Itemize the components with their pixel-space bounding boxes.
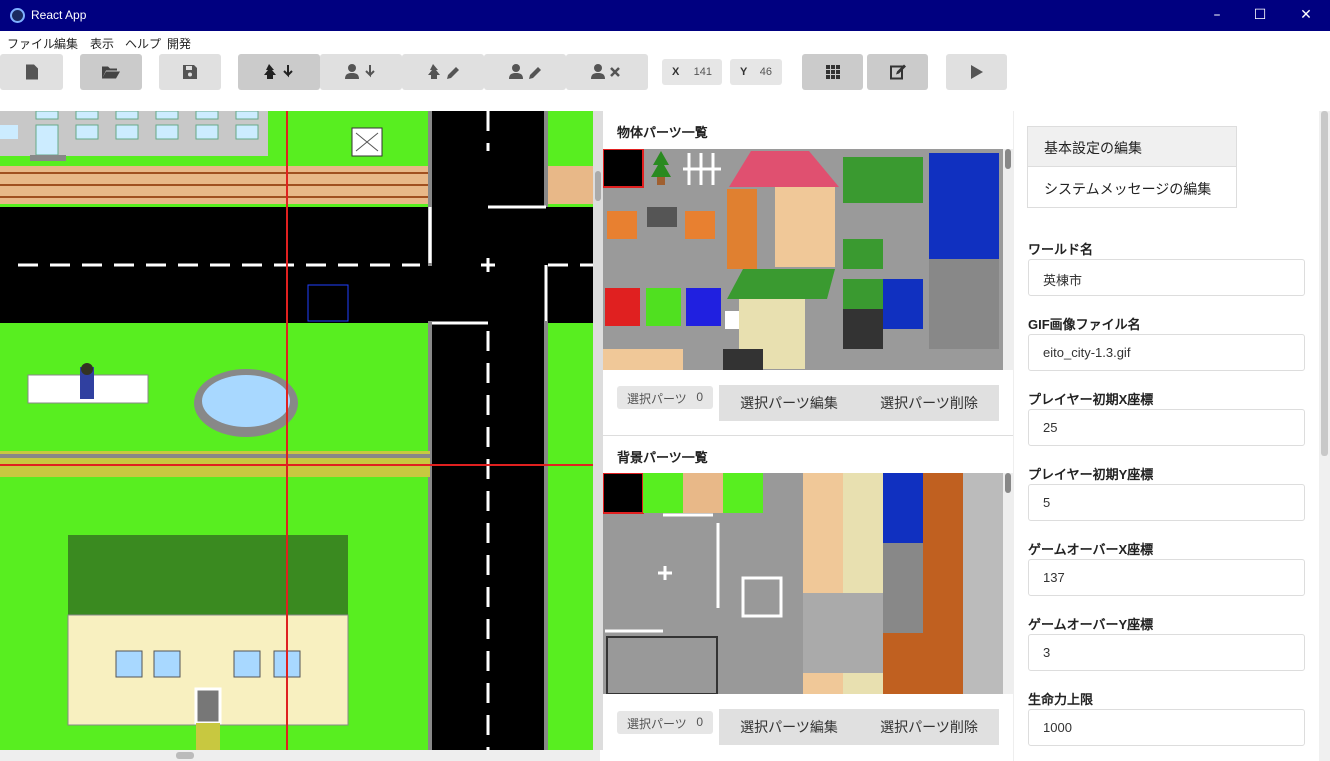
object-delete-button[interactable]: 選択パーツ削除 — [859, 385, 999, 421]
x-coordinate-display: X 141 — [662, 59, 722, 85]
world-name-input[interactable]: 英棟市 — [1028, 259, 1305, 296]
gameover-x-label: ゲームオーバーX座標 — [1028, 542, 1154, 557]
player-y-label: プレイヤー初期Y座標 — [1028, 467, 1154, 482]
menu-edit[interactable]: 編集 — [54, 35, 78, 52]
minimize-button[interactable]: – — [1194, 0, 1240, 31]
settings-scrollbar[interactable] — [1319, 111, 1330, 761]
menu-view[interactable]: 表示 — [90, 35, 114, 52]
maximize-button[interactable]: ☐ — [1237, 0, 1283, 31]
menu-file[interactable]: ファイル — [7, 35, 55, 52]
settings-panel: 基本設定の編集 システムメッセージの編集 ワールド名 英棟市 GIF画像ファイル… — [1013, 111, 1330, 761]
menu-bar: ファイル 編集 表示 ヘルプ 開発 — [0, 31, 1330, 52]
background-panel-title: 背景パーツ一覧 — [617, 450, 708, 465]
person-down-icon — [345, 64, 375, 79]
max-life-label: 生命力上限 — [1028, 692, 1094, 707]
object-selected-count: 0 — [696, 390, 703, 404]
menu-help[interactable]: ヘルプ — [125, 35, 161, 52]
grid-view-button[interactable] — [802, 54, 863, 90]
new-file-icon — [25, 64, 38, 80]
y-label: Y — [740, 66, 748, 78]
y-coordinate-display: Y 46 — [730, 59, 782, 85]
background-delete-button[interactable]: 選択パーツ削除 — [859, 709, 999, 745]
y-value: 46 — [759, 66, 772, 78]
save-button[interactable] — [159, 54, 221, 90]
map-tiles — [0, 111, 593, 750]
background-palette-scrollbar[interactable] — [1003, 473, 1013, 694]
edit-icon — [889, 64, 906, 80]
tab-basic-settings[interactable]: 基本設定の編集 — [1028, 127, 1236, 167]
object-palette-scrollbar[interactable] — [1003, 149, 1013, 370]
scroll-thumb[interactable] — [595, 171, 601, 201]
edit-person-button[interactable] — [484, 54, 566, 90]
close-button[interactable]: ✕ — [1283, 0, 1329, 31]
scroll-thumb[interactable] — [1005, 149, 1011, 169]
x-value: 141 — [693, 66, 712, 78]
edit-object-button[interactable] — [402, 54, 484, 90]
player-x-input[interactable]: 25 — [1028, 409, 1305, 446]
delete-person-button[interactable] — [566, 54, 648, 90]
place-person-button[interactable] — [320, 54, 402, 90]
player-x-label: プレイヤー初期X座標 — [1028, 392, 1154, 407]
object-edit-button[interactable]: 選択パーツ編集 — [719, 385, 859, 421]
object-selected-label: 選択パーツ — [627, 392, 687, 406]
gameover-y-label: ゲームオーバーY座標 — [1028, 617, 1154, 632]
divider — [603, 435, 1013, 436]
background-selected-badge: 選択パーツ 0 — [617, 711, 713, 734]
person-edit-icon — [509, 64, 541, 79]
person-delete-icon — [591, 64, 620, 79]
open-folder-button[interactable] — [80, 54, 142, 90]
background-selected-label: 選択パーツ — [627, 717, 687, 731]
grid-icon — [825, 65, 840, 79]
map-vertical-scrollbar[interactable] — [593, 111, 603, 750]
save-icon — [183, 65, 197, 79]
background-tiles — [603, 473, 1003, 694]
background-palette[interactable] — [603, 473, 1013, 694]
gameover-x-input[interactable]: 137 — [1028, 559, 1305, 596]
background-selected-count: 0 — [696, 715, 703, 729]
object-selected-badge: 選択パーツ 0 — [617, 386, 713, 409]
scroll-thumb[interactable] — [1005, 473, 1011, 493]
play-icon — [970, 65, 983, 79]
object-palette[interactable] — [603, 149, 1013, 370]
player-y-input[interactable]: 5 — [1028, 484, 1305, 521]
gif-filename-label: GIF画像ファイル名 — [1028, 317, 1141, 332]
scroll-thumb[interactable] — [176, 752, 194, 759]
map-horizontal-scrollbar[interactable] — [0, 750, 600, 761]
new-file-button[interactable] — [0, 54, 63, 90]
background-edit-button[interactable]: 選択パーツ編集 — [719, 709, 859, 745]
x-label: X — [672, 66, 680, 78]
objects-panel-title: 物体パーツ一覧 — [617, 125, 708, 140]
settings-tabs: 基本設定の編集 システムメッセージの編集 — [1027, 126, 1237, 208]
menu-dev[interactable]: 開発 — [167, 35, 191, 52]
tab-system-messages[interactable]: システムメッセージの編集 — [1028, 168, 1236, 208]
gameover-y-input[interactable]: 3 — [1028, 634, 1305, 671]
window-title: React App — [31, 8, 87, 22]
object-tiles — [603, 149, 999, 370]
parts-panel: 物体パーツ一覧 選択パーツ 0 選択パーツ編集 選択パーツ削除 背景パーツ一覧 — [603, 111, 1013, 761]
map-canvas[interactable] — [0, 111, 593, 750]
react-app-icon — [10, 8, 25, 23]
gif-filename-input[interactable]: eito_city-1.3.gif — [1028, 334, 1305, 371]
world-name-label: ワールド名 — [1028, 242, 1094, 257]
max-life-input[interactable]: 1000 — [1028, 709, 1305, 746]
tree-edit-icon — [428, 64, 459, 79]
scroll-thumb[interactable] — [1321, 111, 1328, 456]
title-bar: React App – ☐ ✕ — [0, 0, 1330, 31]
open-folder-icon — [102, 66, 120, 79]
edit-mode-button[interactable] — [867, 54, 928, 90]
play-button[interactable] — [946, 54, 1007, 90]
tree-down-icon — [264, 64, 293, 79]
place-object-button[interactable] — [238, 54, 320, 90]
